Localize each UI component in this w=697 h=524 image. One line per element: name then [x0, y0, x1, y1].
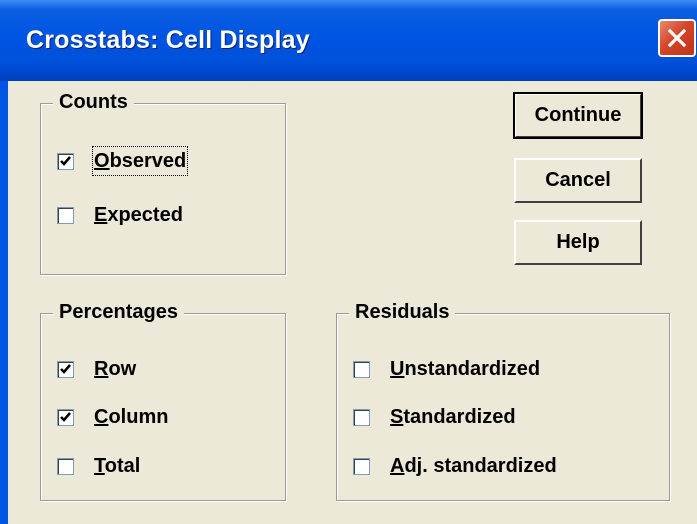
expected-checkbox[interactable]	[57, 206, 74, 224]
counts-group: Counts Observed Expected	[40, 89, 286, 275]
cancel-button[interactable]: Cancel	[514, 158, 642, 203]
expected-label: Expected	[94, 204, 183, 226]
observed-checkbox[interactable]	[57, 152, 74, 170]
continue-button[interactable]: Continue	[513, 92, 643, 139]
standardized-checkbox[interactable]	[353, 408, 370, 426]
check-icon	[60, 155, 71, 166]
column-checkbox-row[interactable]: Column	[57, 402, 168, 432]
unstandardized-checkbox[interactable]	[353, 360, 370, 378]
close-icon	[667, 28, 687, 48]
standardized-checkbox-row[interactable]: Standardized	[353, 402, 516, 432]
residuals-group: Residuals Unstandardized Standardized Ad…	[336, 299, 670, 501]
total-checkbox[interactable]	[57, 457, 74, 475]
row-checkbox[interactable]	[57, 360, 74, 378]
total-checkbox-row[interactable]: Total	[57, 451, 140, 481]
observed-label: Observed	[91, 146, 189, 176]
column-checkbox[interactable]	[57, 408, 74, 426]
check-icon	[60, 411, 71, 422]
window-title: Crosstabs: Cell Display	[26, 26, 310, 54]
counts-group-title: Counts	[53, 89, 134, 115]
check-icon	[60, 363, 71, 374]
row-label: Row	[94, 358, 137, 380]
row-checkbox-row[interactable]: Row	[57, 354, 136, 384]
unstandardized-checkbox-row[interactable]: Unstandardized	[353, 354, 540, 384]
expected-checkbox-row[interactable]: Expected	[57, 200, 183, 230]
total-label: Total	[94, 455, 141, 477]
title-bar[interactable]: Crosstabs: Cell Display	[0, 0, 697, 81]
unstandardized-label: Unstandardized	[390, 358, 541, 380]
adj-standardized-label: Adj. standardized	[390, 455, 557, 477]
adj-standardized-checkbox[interactable]	[353, 457, 370, 475]
residuals-group-title: Residuals	[349, 299, 456, 325]
close-button[interactable]	[658, 19, 696, 57]
percentages-group: Percentages Row Column Total	[40, 299, 286, 501]
percentages-group-title: Percentages	[53, 299, 184, 325]
help-button[interactable]: Help	[514, 220, 642, 265]
observed-checkbox-row[interactable]: Observed	[57, 146, 189, 176]
adj-standardized-checkbox-row[interactable]: Adj. standardized	[353, 451, 557, 481]
standardized-label: Standardized	[390, 406, 516, 428]
column-label: Column	[94, 406, 169, 428]
